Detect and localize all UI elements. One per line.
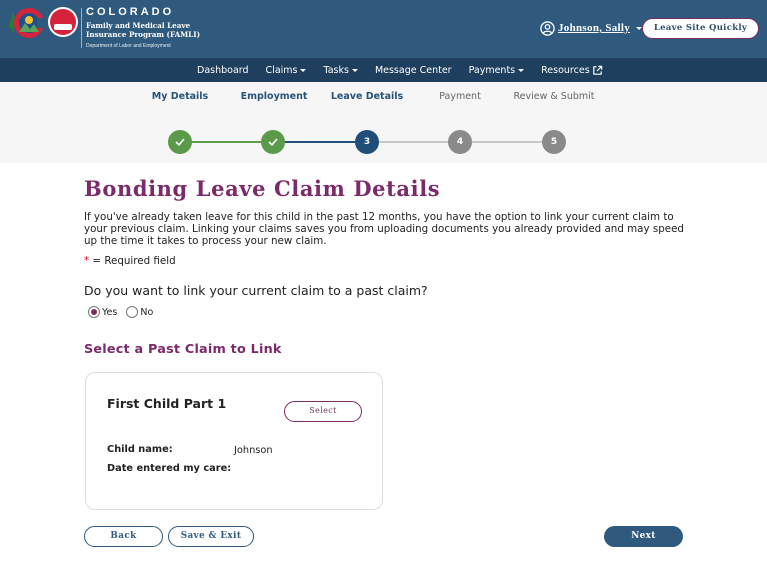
step-label-review-submit: Review & Submit xyxy=(513,91,595,102)
required-field-note: * = Required field xyxy=(84,255,176,267)
nav-resources-label: Resources xyxy=(541,64,590,76)
main-nav: Dashboard Claims Tasks Message Center Pa… xyxy=(0,58,767,82)
nav-resources[interactable]: Resources xyxy=(541,65,603,76)
nav-message-center[interactable]: Message Center xyxy=(375,65,452,76)
brand-program-line2: Insurance Program (FAMLI) xyxy=(86,30,200,39)
brand-program-line1: Family and Medical Leave xyxy=(86,21,191,30)
select-past-claim-heading: Select a Past Claim to Link xyxy=(84,342,282,357)
nav-dashboard-label: Dashboard xyxy=(197,64,249,76)
save-exit-button[interactable]: Save & Exit xyxy=(168,526,254,547)
step-3-current[interactable]: 3 xyxy=(355,130,379,154)
step-label-my-details[interactable]: My Details xyxy=(135,91,225,102)
past-claim-card: First Child Part 1 Select Child name: Jo… xyxy=(85,372,383,510)
checkmark-icon xyxy=(268,138,278,146)
child-name-label: Child name: xyxy=(107,444,173,455)
nav-payments-label: Payments xyxy=(468,64,516,76)
required-note-text: = Required field xyxy=(89,255,176,267)
chevron-down-icon xyxy=(300,68,307,72)
external-link-icon xyxy=(592,65,602,75)
nav-claims[interactable]: Claims xyxy=(266,65,307,76)
next-button[interactable]: Next xyxy=(604,526,683,547)
chevron-down-icon xyxy=(518,68,525,72)
user-name-link[interactable]: Johnson, Sally xyxy=(558,22,630,34)
step-4-upcoming: 4 xyxy=(448,130,472,154)
radio-yes[interactable] xyxy=(88,306,100,318)
step-label-payment: Payment xyxy=(439,91,481,102)
nav-payments[interactable]: Payments xyxy=(469,65,525,76)
user-circle-icon xyxy=(540,20,555,36)
child-name-value: Johnson xyxy=(234,445,273,456)
radio-yes-label[interactable]: Yes xyxy=(102,307,117,318)
nav-tasks-label: Tasks xyxy=(323,64,349,76)
site-header: COLORADO Family and Medical Leave Insura… xyxy=(0,0,767,58)
link-claim-radio-group: Yes No xyxy=(88,306,162,318)
brand-program: Family and Medical Leave Insurance Progr… xyxy=(86,21,200,39)
logo-divider xyxy=(81,8,82,48)
intro-text: If you've already taken leave for this c… xyxy=(84,211,684,247)
nav-claims-label: Claims xyxy=(265,64,298,76)
checkmark-icon xyxy=(175,138,185,146)
select-claim-button[interactable]: Select xyxy=(284,401,362,422)
nav-tasks[interactable]: Tasks xyxy=(323,64,358,76)
radio-no-label[interactable]: No xyxy=(140,307,153,318)
page-title: Bonding Leave Claim Details xyxy=(84,176,441,201)
step-1-complete[interactable] xyxy=(168,130,192,154)
radio-no[interactable] xyxy=(126,306,139,318)
cdle-logo-icon xyxy=(48,7,78,37)
back-button[interactable]: Back xyxy=(84,526,163,547)
brand-department: Department of Labor and Employment xyxy=(86,43,171,49)
brand-state: COLORADO xyxy=(86,6,175,18)
leave-site-quickly-button[interactable]: Leave Site Quickly xyxy=(642,18,759,39)
nav-dashboard[interactable]: Dashboard xyxy=(197,65,249,76)
user-menu[interactable]: Johnson, Sally xyxy=(540,20,643,36)
nav-message-center-label: Message Center xyxy=(374,64,452,76)
step-label-employment[interactable]: Employment xyxy=(229,91,319,102)
link-claim-question: Do you want to link your current claim t… xyxy=(84,283,428,298)
colorado-logo-icon xyxy=(8,8,47,38)
date-entered-care-label: Date entered my care: xyxy=(107,463,232,474)
step-2-complete[interactable] xyxy=(261,130,285,154)
step-label-leave-details[interactable]: Leave Details xyxy=(322,91,412,102)
chevron-down-icon xyxy=(351,68,358,72)
step-5-upcoming: 5 xyxy=(542,130,566,154)
claim-card-title: First Child Part 1 xyxy=(107,396,227,411)
